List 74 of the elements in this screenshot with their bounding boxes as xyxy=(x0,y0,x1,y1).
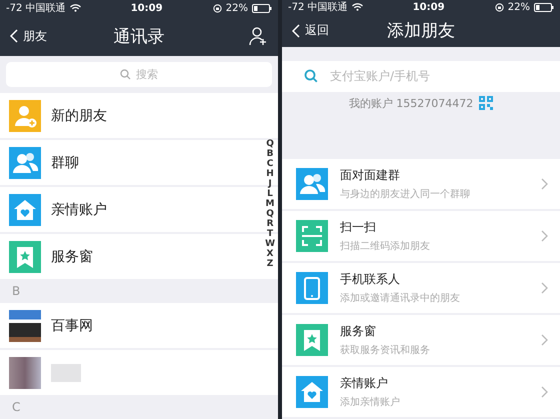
row-subtitle: 添加亲情账户 xyxy=(340,396,401,409)
row-subtitle: 与身边的朋友进入同一个群聊 xyxy=(340,188,471,201)
qr-code-icon[interactable] xyxy=(479,96,494,110)
contact-row[interactable]: 百事网 xyxy=(0,303,278,348)
carrier-text: -72 中国联通 xyxy=(288,0,348,14)
add-user-icon[interactable] xyxy=(248,26,268,46)
group-icon xyxy=(296,168,328,200)
battery-icon xyxy=(534,2,554,12)
chevron-right-icon xyxy=(541,386,548,398)
battery-icon xyxy=(252,4,272,12)
chevron-right-icon xyxy=(541,282,548,294)
search-icon xyxy=(120,69,131,80)
index-letter[interactable]: R xyxy=(265,219,275,229)
photo-placeholder xyxy=(9,310,41,342)
index-letter[interactable]: C xyxy=(265,159,275,169)
menu-row[interactable]: 扫一扫 扫描二维码添加朋友 xyxy=(282,211,560,261)
chevron-right-icon xyxy=(541,178,548,190)
contact-name: 新的朋友 xyxy=(51,106,107,124)
scan-icon xyxy=(296,220,328,252)
wifi-icon xyxy=(70,4,81,12)
blurred-name xyxy=(51,364,81,382)
index-letter[interactable]: M xyxy=(265,199,275,209)
screen-title: 添加朋友 xyxy=(387,20,455,42)
contact-row[interactable] xyxy=(0,350,278,395)
index-letter[interactable]: X xyxy=(265,249,275,259)
contact-row[interactable]: 新的朋友 xyxy=(0,93,278,138)
row-subtitle: 扫描二维码添加朋友 xyxy=(340,240,431,253)
index-letter[interactable]: B xyxy=(265,149,275,159)
search-placeholder: 搜索 xyxy=(136,67,158,82)
menu-row[interactable]: 手机联系人 添加或邀请通讯录中的朋友 xyxy=(282,263,560,313)
search-placeholder: 支付宝账户/手机号 xyxy=(330,68,430,85)
battery-percent: 22% xyxy=(226,2,248,14)
index-letter[interactable]: Z xyxy=(265,259,275,269)
account-text: 我的账户 15527074472 xyxy=(348,96,474,111)
contact-name: 百事网 xyxy=(51,316,93,334)
menu-row[interactable]: 服务窗 获取服务资讯和服务 xyxy=(282,315,560,365)
clock-text: 10:09 xyxy=(130,2,164,14)
chevron-right-icon xyxy=(541,230,548,242)
row-subtitle: 添加或邀请通讯录中的朋友 xyxy=(340,292,461,305)
chevron-left-icon xyxy=(10,29,18,43)
row-subtitle: 获取服务资讯和服务 xyxy=(340,344,431,357)
back-button[interactable]: 朋友 xyxy=(10,28,70,44)
battery-percent: 22% xyxy=(508,2,530,12)
section-letter: B xyxy=(12,284,20,298)
screen-title: 通讯录 xyxy=(114,26,164,48)
chevron-left-icon xyxy=(292,24,300,38)
row-title: 亲情账户 xyxy=(340,375,389,392)
blurred-avatar xyxy=(9,356,41,388)
wifi-icon xyxy=(352,3,363,11)
group-icon xyxy=(9,146,41,178)
index-letter[interactable]: H xyxy=(265,169,275,179)
index-letter[interactable]: W xyxy=(265,239,275,249)
contact-name: 服务窗 xyxy=(51,248,93,266)
index-letter[interactable]: Q xyxy=(265,139,275,149)
contact-name: 亲情账户 xyxy=(51,200,107,218)
menu-row[interactable]: 亲情账户 添加亲情账户 xyxy=(282,367,560,417)
clock-text: 10:09 xyxy=(412,2,446,12)
phone-icon xyxy=(296,272,328,304)
chevron-right-icon xyxy=(541,334,548,346)
row-title: 手机联系人 xyxy=(340,271,401,288)
search-icon xyxy=(304,69,318,84)
contact-name: 群聊 xyxy=(51,154,79,172)
index-letter[interactable]: Q xyxy=(265,209,275,219)
menu-row[interactable]: 面对面建群 与身边的朋友进入同一个群聊 xyxy=(282,159,560,209)
index-letter[interactable]: L xyxy=(265,189,275,199)
rotation-lock-icon xyxy=(212,4,222,12)
back-button[interactable]: 返回 xyxy=(292,22,352,40)
carrier-text: -72 中国联通 xyxy=(6,2,66,15)
row-title: 面对面建群 xyxy=(340,167,401,184)
row-title: 扫一扫 xyxy=(340,219,377,236)
section-letter: C xyxy=(12,400,20,414)
add-user-icon xyxy=(9,100,41,132)
row-title: 服务窗 xyxy=(340,323,377,340)
rotation-lock-icon xyxy=(494,2,504,12)
